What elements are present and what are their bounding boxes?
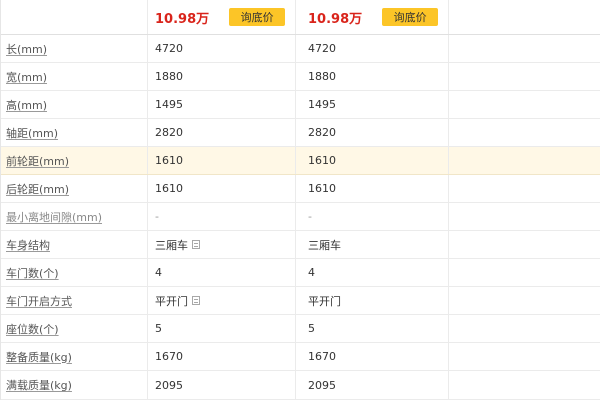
info-icon[interactable] — [192, 296, 200, 305]
empty-cell-col3 — [449, 315, 600, 342]
spec-value-col2: 1610 — [308, 182, 336, 195]
table-row: 座位数(个) 5 5 — [1, 315, 600, 343]
empty-cell-col3 — [449, 287, 600, 314]
spec-value-col1: 2095 — [155, 378, 183, 392]
table-row: 长(mm) 4720 4720 — [1, 35, 600, 63]
table-row: 车身结构 三厢车 三厢车 — [1, 231, 600, 259]
price-col2: 10.98万 — [308, 11, 363, 27]
spec-value-col1: 三厢车 — [155, 238, 188, 252]
spec-label-gross-weight[interactable]: 满载质量(kg) — [6, 377, 72, 393]
spec-comparison-table: 10.98万 询底价 10.98万 询底价 长(mm) 4720 4720 宽(… — [0, 0, 600, 400]
spec-value-col1: 4720 — [155, 42, 183, 55]
empty-cell-col3 — [449, 147, 600, 174]
price-row: 10.98万 询底价 10.98万 询底价 — [1, 0, 600, 35]
spec-value-col1: 5 — [155, 322, 162, 335]
empty-cell-col3 — [449, 119, 600, 146]
empty-cell-col3 — [449, 259, 600, 286]
table-row: 宽(mm) 1880 1880 — [1, 63, 600, 91]
spec-label-width[interactable]: 宽(mm) — [6, 69, 47, 85]
spec-value-col2: 4 — [308, 266, 315, 279]
price-cell-col1: 10.98万 询底价 — [148, 0, 296, 34]
spec-value-col2: 1670 — [308, 350, 336, 363]
spec-label-wheelbase[interactable]: 轴距(mm) — [6, 125, 58, 141]
spec-value-col1: 1610 — [155, 154, 183, 167]
table-row: 整备质量(kg) 1670 1670 — [1, 343, 600, 371]
price-row-label-cell — [1, 0, 148, 34]
table-row: 最小离地间隙(mm) - - — [1, 203, 600, 231]
spec-label-body-structure[interactable]: 车身结构 — [6, 237, 50, 253]
table-row: 后轮距(mm) 1610 1610 — [1, 175, 600, 203]
ask-price-button-col2[interactable]: 询底价 — [382, 8, 439, 26]
spec-value-col2: 1610 — [308, 154, 336, 167]
spec-value-col1: 平开门 — [155, 294, 188, 308]
spec-label-front-track[interactable]: 前轮距(mm) — [6, 153, 69, 169]
price-col1: 10.98万 — [155, 11, 210, 27]
ask-price-button-col1[interactable]: 询底价 — [229, 8, 286, 26]
table-row-highlighted: 前轮距(mm) 1610 1610 — [1, 147, 600, 175]
spec-label-rear-track[interactable]: 后轮距(mm) — [6, 181, 69, 197]
spec-value-col2: 5 — [308, 322, 315, 335]
spec-value-col2: - — [308, 210, 312, 223]
spec-label-door-opening[interactable]: 车门开启方式 — [6, 293, 72, 309]
spec-value-col1: 1610 — [155, 182, 183, 195]
spec-label-length[interactable]: 长(mm) — [6, 41, 47, 57]
spec-value-col2: 1880 — [308, 70, 336, 83]
spec-value-col2: 1495 — [308, 98, 336, 111]
empty-cell-col3 — [449, 35, 600, 62]
empty-cell-col3 — [449, 0, 600, 34]
price-cell-col2: 10.98万 询底价 — [296, 0, 449, 34]
spec-value-col2: 三厢车 — [308, 238, 341, 252]
spec-value-col1: 1880 — [155, 70, 183, 83]
table-row: 满载质量(kg) 2095 2095 — [1, 371, 600, 400]
table-row: 车门开启方式 平开门 平开门 — [1, 287, 600, 315]
spec-value-col1: - — [155, 210, 159, 223]
spec-value-col1: 1495 — [155, 98, 183, 111]
empty-cell-col3 — [449, 91, 600, 118]
spec-label-seat-count[interactable]: 座位数(个) — [6, 321, 59, 337]
spec-value-col1: 1670 — [155, 350, 183, 363]
spec-label-ground-clearance[interactable]: 最小离地间隙(mm) — [6, 209, 102, 225]
spec-label-curb-weight[interactable]: 整备质量(kg) — [6, 349, 72, 365]
spec-value-col2: 2820 — [308, 126, 336, 139]
empty-cell-col3 — [449, 343, 600, 370]
table-row: 车门数(个) 4 4 — [1, 259, 600, 287]
table-row: 高(mm) 1495 1495 — [1, 91, 600, 119]
spec-value-col1: 2820 — [155, 126, 183, 139]
spec-label-door-count[interactable]: 车门数(个) — [6, 265, 59, 281]
spec-value-col2: 2095 — [308, 378, 336, 392]
empty-cell-col3 — [449, 231, 600, 258]
spec-label-height[interactable]: 高(mm) — [6, 97, 47, 113]
empty-cell-col3 — [449, 203, 600, 230]
empty-cell-col3 — [449, 175, 600, 202]
spec-value-col1: 4 — [155, 266, 162, 279]
spec-value-col2: 4720 — [308, 42, 336, 55]
empty-cell-col3 — [449, 371, 600, 399]
empty-cell-col3 — [449, 63, 600, 90]
table-row: 轴距(mm) 2820 2820 — [1, 119, 600, 147]
info-icon[interactable] — [192, 240, 200, 249]
spec-value-col2: 平开门 — [308, 294, 341, 308]
